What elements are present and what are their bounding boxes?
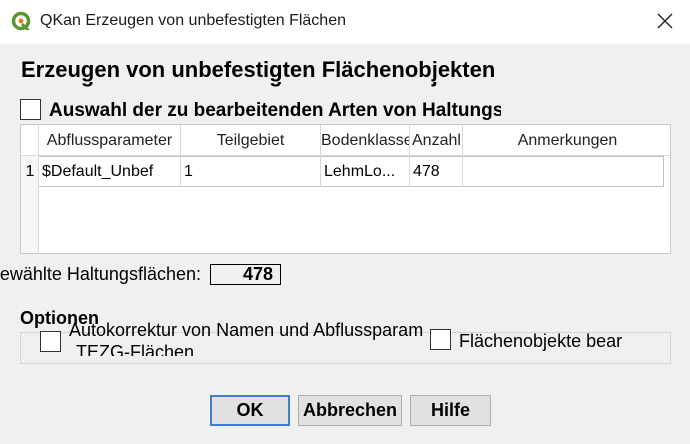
flaechen-table: Abflussparameter Teilgebiet Bodenklasse … [20, 124, 671, 254]
auswahl-checkbox[interactable] [20, 99, 41, 120]
cell-teilgebiet[interactable]: 1 [181, 156, 321, 187]
column-header-abflussparameter[interactable]: Abflussparameter [39, 125, 181, 156]
cancel-button[interactable]: Abbrechen [298, 395, 402, 426]
help-button[interactable]: Hilfe [410, 395, 491, 426]
column-header-teilgebiet[interactable]: Teilgebiet [181, 125, 321, 156]
auswahl-label: Auswahl der zu bearbeitenden Arten von H… [49, 100, 501, 121]
autokorrektur-label: Autokorrektur von Namen und Abflussparam… [69, 320, 423, 340]
page-title-overflow: Erzeugen von unbefestigten Flächenobjekt… [21, 82, 501, 90]
cell-abflussparameter[interactable]: $Default_Unbef [39, 156, 181, 187]
window-title: QKan Erzeugen von unbefestigten Flächen [40, 12, 346, 29]
autokorrektur-label-line2: TEZG-Flächen [76, 342, 195, 356]
autokorrektur-checkbox[interactable] [40, 331, 61, 352]
cell-anzahl[interactable]: 478 [410, 156, 463, 187]
column-header-anzahl[interactable]: Anzahl [410, 125, 463, 156]
qgis-icon [11, 11, 31, 31]
row-number[interactable]: 1 [21, 156, 39, 187]
count-value: 478 [210, 264, 281, 285]
column-header-anmerkungen[interactable]: Anmerkungen [463, 125, 670, 156]
column-header-bodenklasse[interactable]: Bodenklasse [321, 125, 410, 156]
close-icon[interactable] [654, 10, 676, 32]
cell-bodenklasse[interactable]: LehmLo... [321, 156, 410, 187]
page-title: Erzeugen von unbefestigten Flächenobjekt… [21, 58, 496, 82]
table-corner[interactable] [21, 125, 39, 156]
flaechenobjekte-checkbox[interactable] [430, 329, 451, 350]
ok-button[interactable]: OK [210, 395, 290, 426]
cell-anmerkungen[interactable] [463, 156, 664, 187]
title-bar: QKan Erzeugen von unbefestigten Flächen [0, 0, 690, 44]
flaechenobjekte-label: Flächenobjekte bearbeiten [459, 331, 622, 351]
count-label: Anzahl gewählte Haltungsflächen: [0, 264, 201, 284]
